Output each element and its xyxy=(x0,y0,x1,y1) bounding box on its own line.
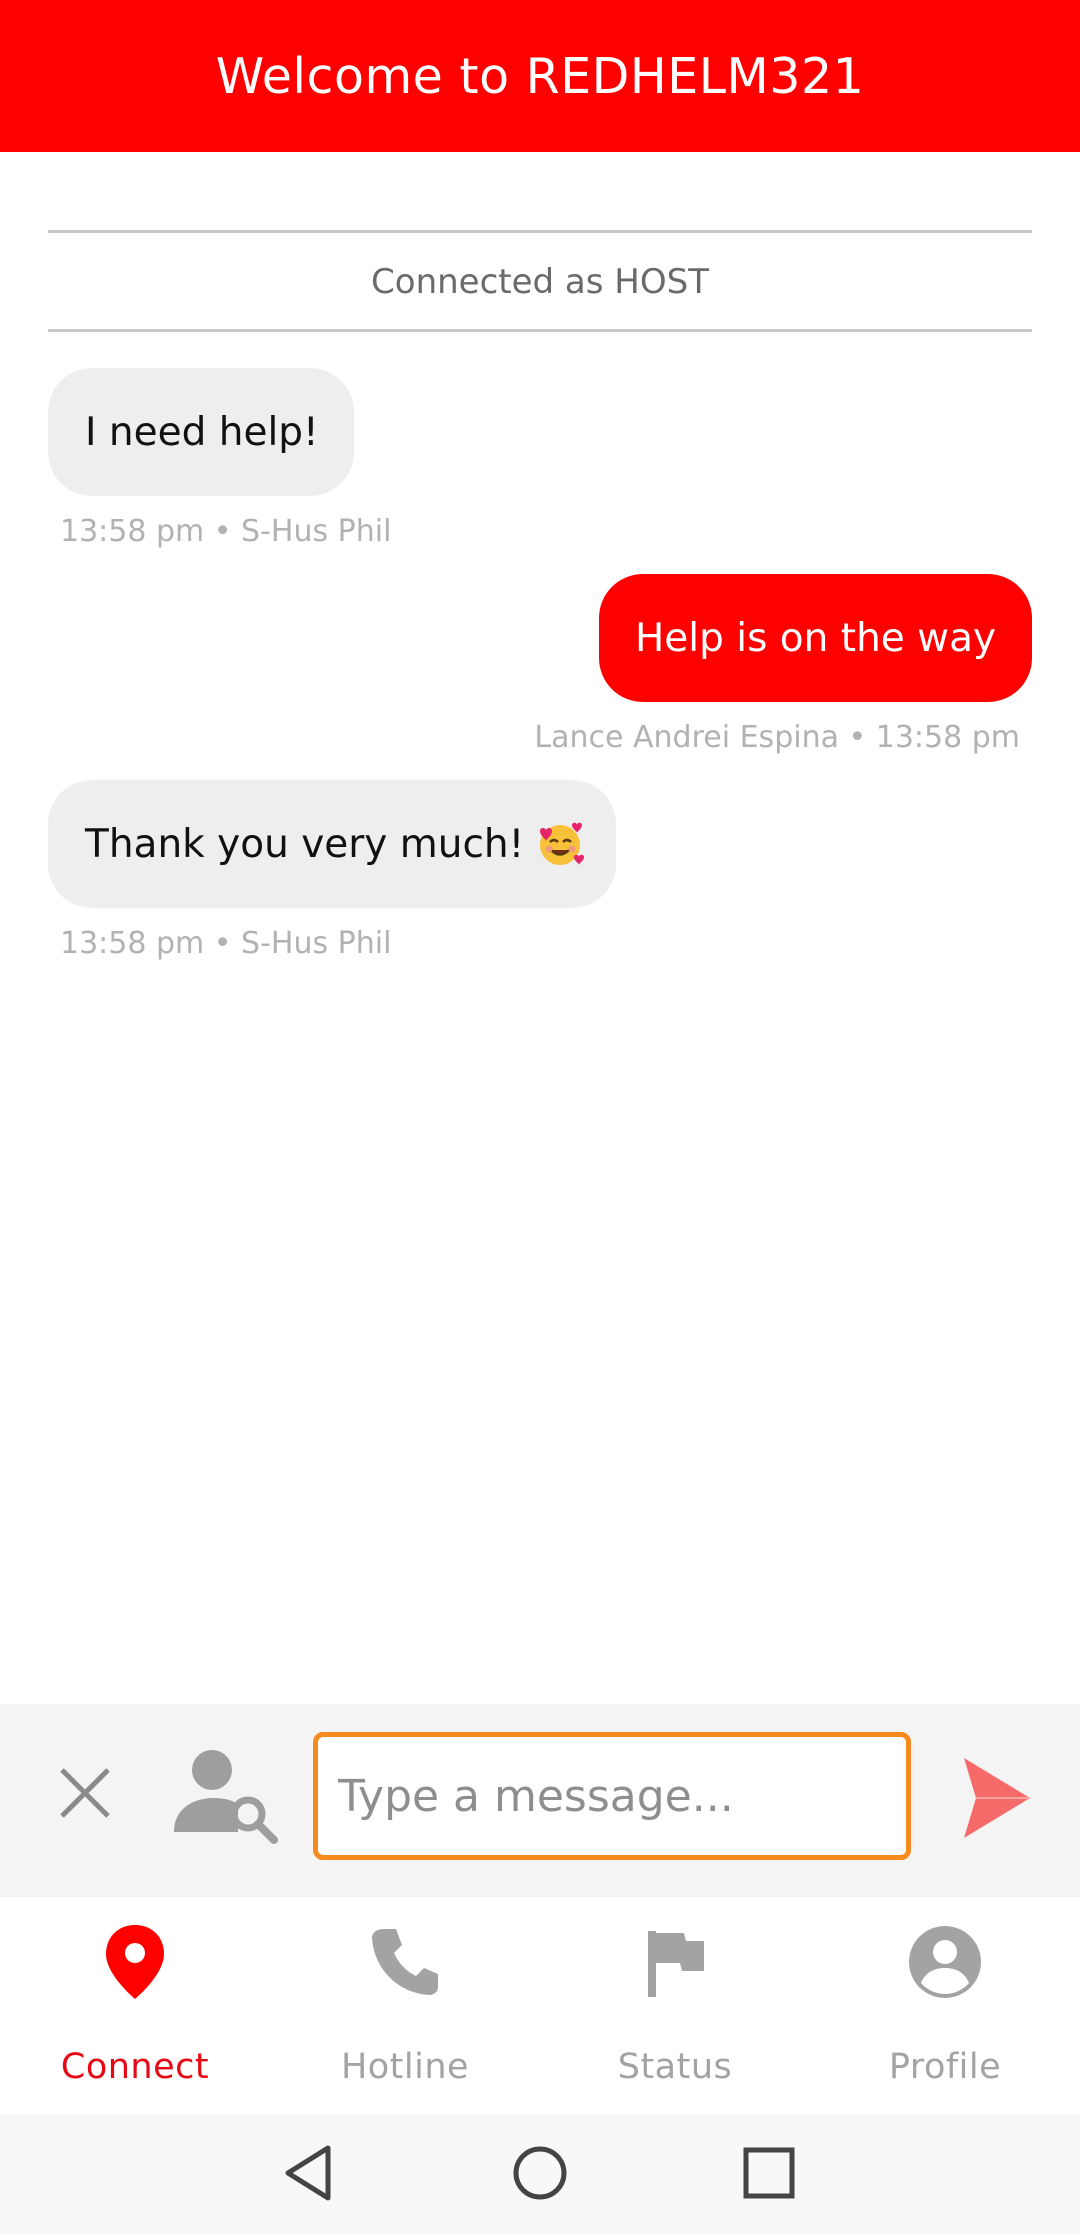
message-bubble-outgoing[interactable]: Help is on the way xyxy=(599,574,1032,702)
nav-label: Status xyxy=(617,2047,733,2087)
nav-item-profile[interactable]: Profile xyxy=(810,1897,1080,2115)
nav-label: Connect xyxy=(60,2047,210,2087)
back-icon[interactable] xyxy=(276,2138,346,2208)
message-composer xyxy=(0,1704,1080,1896)
header-title: Welcome to REDHELM321 xyxy=(215,47,865,105)
message-meta: 13:58 pm • S-Hus Phil xyxy=(60,514,392,549)
recents-icon[interactable] xyxy=(734,2138,804,2208)
message-meta: 13:58 pm • S-Hus Phil xyxy=(60,926,392,961)
phone-icon xyxy=(372,1929,438,1995)
message-bubble-incoming[interactable]: Thank you very much! xyxy=(48,780,616,908)
nav-label: Hotline xyxy=(340,2047,470,2087)
home-icon[interactable] xyxy=(505,2138,575,2208)
message-input[interactable] xyxy=(313,1732,911,1860)
message-text: I need help! xyxy=(85,409,319,455)
nav-item-hotline[interactable]: Hotline xyxy=(270,1897,540,2115)
flag-icon xyxy=(648,1931,704,1997)
system-navigation-bar xyxy=(0,2114,1080,2235)
user-search-icon[interactable] xyxy=(172,1746,282,1846)
message-meta: Lance Andrei Espina • 13:58 pm xyxy=(534,720,1020,755)
divider-bottom xyxy=(48,329,1032,332)
nav-item-status[interactable]: Status xyxy=(540,1897,810,2115)
bottom-navigation: Connect Hotline Status Profile xyxy=(0,1896,1080,2114)
divider-top xyxy=(48,230,1032,233)
connection-status: Connected as HOST xyxy=(371,262,709,302)
send-icon[interactable] xyxy=(964,1758,1030,1838)
message-bubble-incoming[interactable]: I need help! xyxy=(48,368,354,496)
message-text: Help is on the way xyxy=(634,615,997,661)
smiling-face-with-hearts-icon xyxy=(540,822,585,865)
account-circle-icon xyxy=(909,1926,981,1998)
location-pin-icon xyxy=(106,1925,164,1999)
nav-label: Profile xyxy=(888,2047,1002,2087)
app-header: Welcome to REDHELM321 xyxy=(0,0,1080,152)
app-screen: Welcome to REDHELM321 Connected as HOST … xyxy=(0,0,1080,2235)
message-text: Thank you very much! xyxy=(85,821,525,867)
close-icon[interactable] xyxy=(56,1764,114,1822)
nav-item-connect[interactable]: Connect xyxy=(0,1897,270,2115)
